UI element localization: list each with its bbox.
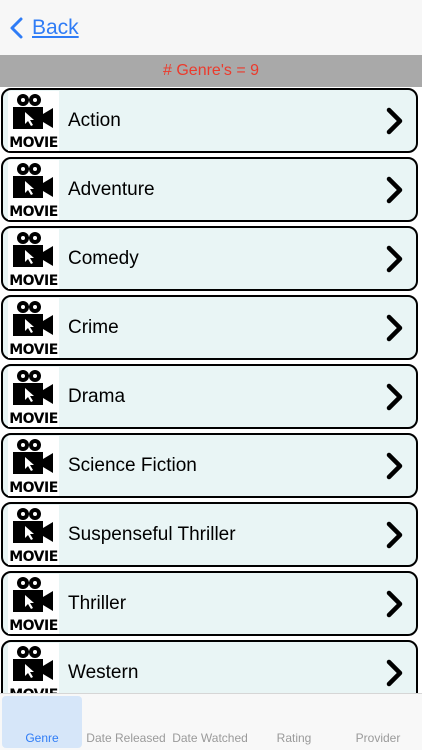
movie-thumbnail: MOVIE — [8, 366, 59, 427]
movie-camera-icon — [13, 369, 53, 405]
genre-label: Drama — [68, 385, 126, 407]
movie-camera-icon — [13, 162, 53, 198]
movie-thumbnail: MOVIE — [8, 504, 59, 565]
tab-provider[interactable]: Provider — [338, 696, 418, 748]
thumbnail-caption: MOVIE — [9, 203, 58, 220]
thumbnail-caption: MOVIE — [9, 548, 58, 565]
back-button[interactable]: Back — [8, 16, 79, 40]
genre-label: Suspenseful Thriller — [68, 523, 236, 545]
chevron-right-icon — [386, 107, 403, 134]
movie-thumbnail: MOVIE — [8, 642, 59, 693]
chevron-right-icon — [386, 176, 403, 203]
thumbnail-caption: MOVIE — [9, 341, 58, 358]
genre-list[interactable]: MOVIE Action MOVIE Adventure MOVIE Comed… — [0, 87, 422, 693]
chevron-right-icon — [386, 521, 403, 548]
movie-camera-icon — [13, 231, 53, 267]
genre-row-science-fiction[interactable]: MOVIE Science Fiction — [1, 433, 418, 498]
back-label: Back — [32, 15, 79, 39]
tab-genre-label: Genre — [25, 731, 59, 745]
movie-camera-icon — [13, 576, 53, 612]
genre-label: Thriller — [68, 592, 127, 614]
thumbnail-caption: MOVIE — [9, 134, 58, 151]
tab-date-watched[interactable]: Date Watched — [170, 696, 250, 748]
movie-camera-icon — [13, 438, 53, 474]
genre-row-adventure[interactable]: MOVIE Adventure — [1, 157, 418, 222]
movie-camera-icon — [13, 300, 53, 336]
navigation-bar: Back — [0, 0, 422, 55]
genre-row-western[interactable]: MOVIE Western — [1, 640, 418, 693]
chevron-right-icon — [386, 383, 403, 410]
thumbnail-caption: MOVIE — [9, 617, 58, 634]
movie-camera-icon — [13, 93, 53, 129]
genre-count-label: # Genre's = 9 — [163, 62, 259, 79]
thumbnail-caption: MOVIE — [9, 410, 58, 427]
genre-label: Comedy — [68, 247, 139, 269]
tab-date-released[interactable]: Date Released — [86, 696, 166, 748]
movie-thumbnail: MOVIE — [8, 90, 59, 151]
chevron-right-icon — [386, 590, 403, 617]
thumbnail-caption: MOVIE — [9, 272, 58, 289]
genre-label: Western — [68, 661, 139, 683]
chevron-right-icon — [386, 245, 403, 272]
movie-thumbnail: MOVIE — [8, 228, 59, 289]
thumbnail-caption: MOVIE — [9, 479, 58, 496]
chevron-right-icon — [386, 452, 403, 479]
tab-provider-label: Provider — [355, 731, 401, 745]
tab-genre[interactable]: Genre — [2, 696, 82, 748]
genre-row-suspenseful-thriller[interactable]: MOVIE Suspenseful Thriller — [1, 502, 418, 567]
genre-label: Action — [68, 109, 121, 131]
tab-rating-label: Rating — [276, 731, 312, 745]
movie-thumbnail: MOVIE — [8, 435, 59, 496]
movie-camera-icon — [13, 507, 53, 543]
genre-row-action[interactable]: MOVIE Action — [1, 88, 418, 153]
chevron-right-icon — [386, 659, 403, 686]
genre-label: Science Fiction — [68, 454, 197, 476]
chevron-left-icon — [10, 17, 23, 38]
tab-date-released-label: Date Released — [86, 731, 166, 745]
genre-label: Crime — [68, 316, 119, 338]
tab-bar: Genre Date Released Date Watched Rating … — [0, 693, 422, 750]
chevron-right-icon — [386, 314, 403, 341]
tab-rating[interactable]: Rating — [254, 696, 334, 748]
movie-thumbnail: MOVIE — [8, 573, 59, 634]
movie-thumbnail: MOVIE — [8, 159, 59, 220]
movie-thumbnail: MOVIE — [8, 297, 59, 358]
genre-row-crime[interactable]: MOVIE Crime — [1, 295, 418, 360]
genre-row-drama[interactable]: MOVIE Drama — [1, 364, 418, 429]
tab-date-watched-label: Date Watched — [172, 731, 248, 745]
genre-label: Adventure — [68, 178, 155, 200]
genre-row-comedy[interactable]: MOVIE Comedy — [1, 226, 418, 291]
genre-row-thriller[interactable]: MOVIE Thriller — [1, 571, 418, 636]
genre-count-bar: # Genre's = 9 — [0, 55, 422, 87]
movie-camera-icon — [13, 645, 53, 681]
